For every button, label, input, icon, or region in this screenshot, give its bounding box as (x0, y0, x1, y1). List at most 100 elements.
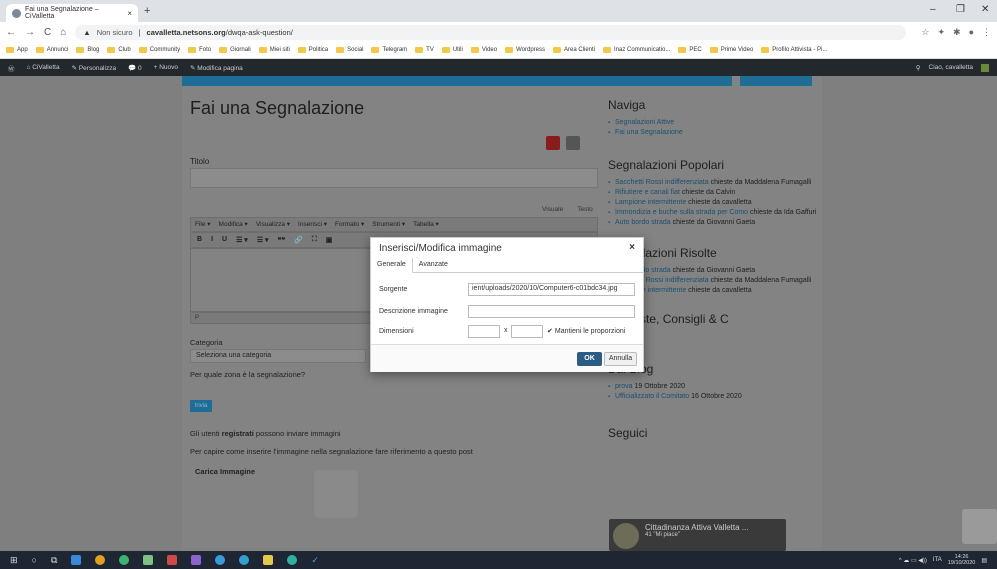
sidebar-link[interactable]: Auto bordo strada (615, 219, 671, 226)
bookmark-item[interactable]: Giornali (219, 47, 251, 53)
ok-button[interactable]: OK (577, 352, 602, 366)
new-tab-button[interactable]: + (144, 5, 150, 17)
bookmark-item[interactable]: Social (336, 47, 363, 53)
language-indicator[interactable]: ITA (933, 557, 942, 563)
print-icon[interactable] (566, 136, 580, 150)
bookmark-item[interactable]: Club (107, 47, 131, 53)
editor-toolbar-button[interactable]: ☰ ▾ (257, 236, 269, 244)
bookmark-item[interactable]: Inaz Communicatio... (603, 47, 670, 53)
start-icon[interactable]: ⊞ (10, 555, 18, 566)
editor-menu-item[interactable]: Modifica ▾ (219, 220, 248, 229)
bookmark-item[interactable]: PEC (678, 47, 702, 53)
url-bar[interactable]: ▲ Non sicuro | cavalletta.netsons.org/dw… (75, 24, 907, 40)
admin-comments-link[interactable]: 💬 0 (128, 64, 142, 72)
browser-tab[interactable]: Fai una Segnalazione – CiValletta × (6, 4, 138, 22)
maximize-button[interactable]: ❐ (956, 4, 965, 15)
bookmark-item[interactable]: Annunci (35, 47, 68, 53)
bookmark-item[interactable]: Foto (188, 47, 211, 53)
sidebar-link[interactable]: Rifiutiere e canali fiat (615, 189, 680, 196)
submit-button[interactable]: Invia (190, 400, 212, 412)
bookmark-item[interactable]: TV (415, 47, 434, 53)
dialog-close-icon[interactable]: × (629, 242, 635, 253)
star-icon[interactable]: ☆ (921, 27, 929, 38)
minimize-button[interactable]: – (930, 4, 936, 15)
bookmark-item[interactable]: App (6, 47, 28, 53)
app-icon[interactable] (287, 555, 298, 565)
bookmark-item[interactable]: Video (470, 47, 497, 53)
height-input[interactable] (511, 325, 543, 338)
editor-toolbar-button[interactable]: B (197, 236, 202, 244)
admin-search-icon[interactable]: ⚲ (916, 64, 921, 72)
desc-input[interactable] (468, 305, 635, 318)
cancel-button[interactable]: Annulla (604, 352, 637, 366)
editor-menu-item[interactable]: Tabella ▾ (413, 220, 439, 229)
sidebar-link[interactable]: Segnalazioni Attive (608, 118, 818, 128)
editor-menu-item[interactable]: Formato ▾ (335, 220, 364, 229)
editor-toolbar-button[interactable]: ▣ (326, 236, 333, 244)
tab-advanced[interactable]: Avanzate (413, 258, 454, 272)
back-button[interactable]: ← (6, 27, 16, 38)
editor-menu-item[interactable]: File ▾ (195, 220, 211, 229)
edge-icon[interactable] (239, 555, 250, 565)
whatsapp-icon[interactable] (119, 555, 130, 565)
bookmark-item[interactable]: Community (138, 47, 180, 53)
admin-edit-link[interactable]: ✎ Modifica pagina (190, 64, 243, 72)
bookmark-item[interactable]: Politica (297, 47, 328, 53)
task-view-icon[interactable]: ⧉ (51, 555, 57, 566)
menu-icon[interactable]: ⋮ (982, 27, 991, 38)
sidebar-link[interactable]: prova (615, 383, 633, 390)
category-select[interactable]: Seleziona una categoria (190, 349, 366, 363)
pdf-icon[interactable] (546, 136, 560, 150)
editor-toolbar-button[interactable]: U (222, 236, 227, 244)
tab-close-icon[interactable]: × (127, 9, 132, 18)
bookmark-item[interactable]: Miei siti (258, 47, 290, 53)
editor-toolbar-button[interactable]: ☰ ▾ (236, 236, 248, 244)
sidebar-link[interactable]: Sacchetti Rossi indifferenziata (615, 179, 709, 186)
explorer-icon[interactable] (71, 555, 82, 565)
app-icon[interactable] (167, 555, 178, 565)
source-input[interactable]: ient/uploads/2020/10/Computer6-c01bdc34.… (468, 283, 635, 296)
editor-toolbar-button[interactable]: ❝❝ (278, 236, 286, 244)
title-input[interactable] (190, 168, 598, 188)
editor-toolbar-button[interactable]: I (211, 236, 213, 244)
reload-button[interactable]: C (44, 27, 51, 38)
puzzle-icon[interactable]: ✱ (953, 27, 961, 38)
bookmark-item[interactable]: Utili (441, 47, 463, 53)
bookmark-item[interactable]: Area Clienti (553, 47, 595, 53)
wp-logo-icon[interactable]: Ⓦ (8, 63, 15, 73)
width-input[interactable] (468, 325, 500, 338)
profile-avatar[interactable]: ● (969, 27, 974, 38)
admin-site-link[interactable]: ⌂ CiValletta (27, 64, 60, 71)
clock[interactable]: 14:26 19/10/2020 (948, 554, 976, 566)
extension-icon[interactable]: ✦ (937, 27, 945, 38)
bookmark-item[interactable]: Prime Video (709, 47, 753, 53)
bookmark-item[interactable]: Blog (76, 47, 99, 53)
check-icon[interactable]: ✓ (311, 555, 319, 566)
app-icon[interactable] (143, 555, 154, 565)
sidebar-link[interactable]: Ufficializzato il Comitato (615, 393, 689, 400)
app-icon[interactable] (215, 555, 226, 565)
bookmark-item[interactable]: Telegram (371, 47, 407, 53)
admin-new-link[interactable]: + Nuovo (154, 64, 178, 71)
tray-icons[interactable]: ^ ☁ ▭ ◀)) (899, 557, 927, 564)
tab-text[interactable]: Testo (573, 205, 597, 214)
editor-menu-item[interactable]: Visualizza ▾ (256, 220, 290, 229)
notifications-icon[interactable]: ▤ (981, 557, 987, 564)
forward-button[interactable]: → (25, 27, 35, 38)
bookmark-item[interactable]: Profilo Attivista - Pi... (761, 47, 827, 53)
close-window-button[interactable]: ✕ (981, 4, 989, 15)
search-icon[interactable]: ○ (32, 555, 37, 565)
facebook-widget[interactable]: Cittadinanza Attiva Valletta ... 41 "Mi … (609, 519, 786, 551)
folder-icon[interactable] (263, 555, 274, 565)
editor-menu-item[interactable]: Inserisci ▾ (298, 220, 327, 229)
editor-menu-item[interactable]: Strumenti ▾ (372, 220, 405, 229)
admin-avatar[interactable] (981, 63, 989, 72)
bookmark-item[interactable]: Wordpress (505, 47, 545, 53)
sidebar-link[interactable]: Lampione intermittente (615, 199, 686, 206)
chrome-icon[interactable] (95, 555, 106, 565)
tab-visual[interactable]: Visuale (538, 205, 567, 214)
admin-greeting[interactable]: Ciao, cavalletta (929, 64, 973, 71)
keep-ratio-checkbox[interactable]: ✔ Mantieni le proporzioni (547, 327, 625, 336)
sidebar-link[interactable]: Immondizia e buche sulla strada per Como (615, 209, 748, 216)
editor-toolbar-button[interactable]: ⛶ (312, 236, 317, 244)
